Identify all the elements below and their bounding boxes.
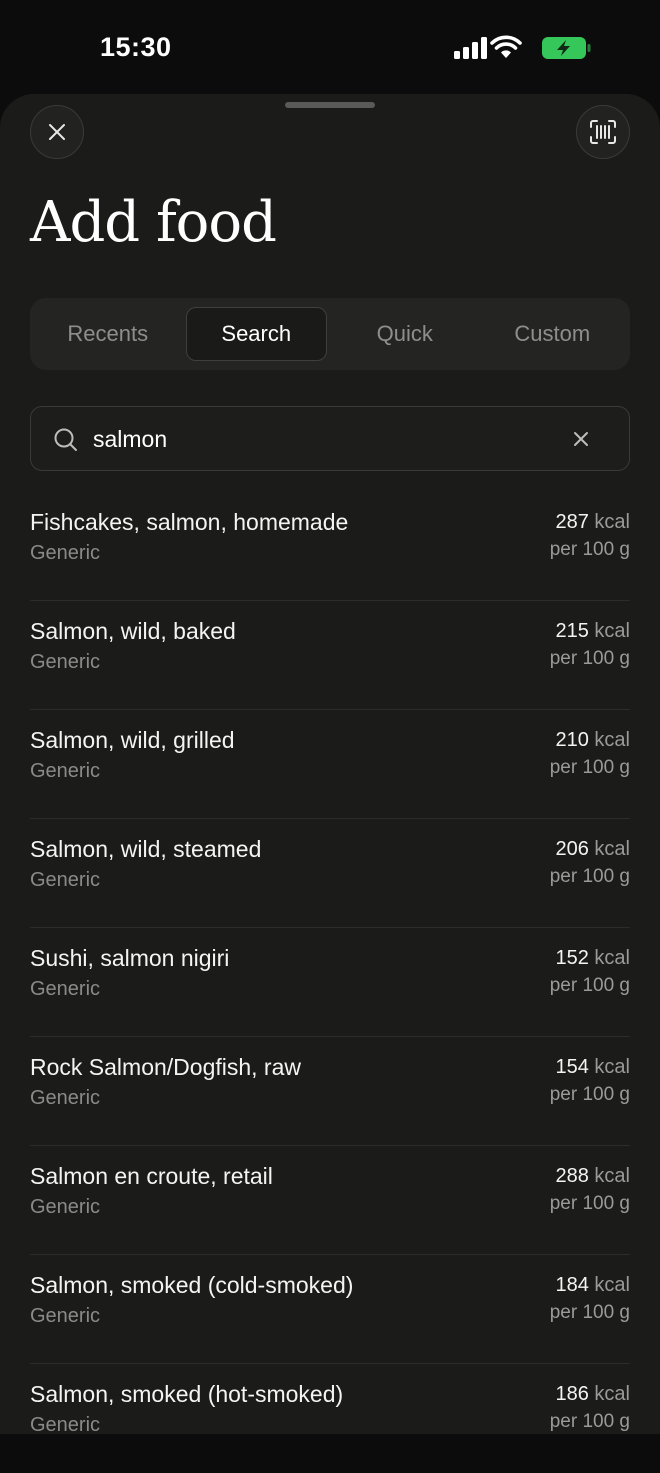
sheet-grabber[interactable] — [285, 102, 375, 108]
tab-search[interactable]: Search — [185, 307, 327, 361]
kcal-value: 206 kcal — [555, 838, 630, 861]
kcal-number: 288 — [555, 1165, 589, 1187]
food-name: Salmon, smoked (hot-smoked) — [30, 1381, 344, 1407]
barcode-scan-button[interactable] — [576, 105, 630, 159]
kcal-value: 287 kcal — [555, 511, 630, 534]
battery-charging-icon — [542, 37, 591, 59]
kcal-unit: kcal — [594, 1383, 630, 1405]
food-source: Generic — [30, 869, 101, 891]
food-source: Generic — [30, 760, 101, 782]
close-icon — [49, 124, 65, 140]
food-name: Salmon en croute, retail — [30, 1163, 273, 1189]
serving-basis: per 100 g — [549, 1411, 630, 1432]
serving-basis: per 100 g — [549, 757, 630, 778]
kcal-value: 184 kcal — [555, 1274, 630, 1297]
page-title: Add food — [30, 190, 277, 255]
kcal-number: 152 — [555, 947, 589, 969]
kcal-number: 287 — [555, 511, 589, 533]
status-time: 15:30 — [100, 32, 172, 62]
kcal-value: 210 kcal — [555, 729, 630, 752]
results-list: Fishcakes, salmon, homemade Generic 287 … — [30, 492, 630, 1473]
kcal-value: 154 kcal — [555, 1056, 630, 1079]
search-input[interactable] — [93, 419, 553, 459]
food-name: Salmon, wild, steamed — [30, 836, 262, 862]
kcal-unit: kcal — [594, 620, 630, 642]
serving-basis: per 100 g — [549, 648, 630, 669]
list-item[interactable]: Salmon, wild, baked Generic 215 kcal per… — [30, 601, 630, 710]
list-item[interactable]: Rock Salmon/Dogfish, raw Generic 154 kca… — [30, 1037, 630, 1146]
kcal-value: 186 kcal — [555, 1383, 630, 1406]
food-name: Rock Salmon/Dogfish, raw — [30, 1054, 301, 1080]
list-item[interactable]: Salmon, smoked (cold-smoked) Generic 184… — [30, 1255, 630, 1364]
kcal-value: 215 kcal — [555, 620, 630, 643]
tab-recents[interactable]: Recents — [38, 307, 178, 361]
kcal-value: 288 kcal — [555, 1165, 630, 1188]
food-source: Generic — [30, 978, 101, 1000]
food-name: Fishcakes, salmon, homemade — [30, 509, 349, 535]
wifi-icon — [490, 35, 522, 58]
kcal-unit: kcal — [594, 947, 630, 969]
tab-quick[interactable]: Quick — [335, 307, 475, 361]
food-name: Salmon, wild, grilled — [30, 727, 235, 753]
kcal-unit: kcal — [594, 1056, 630, 1078]
kcal-number: 154 — [555, 1056, 589, 1078]
food-name: Salmon, smoked (cold-smoked) — [30, 1272, 354, 1298]
kcal-number: 210 — [555, 729, 589, 751]
close-button[interactable] — [30, 105, 84, 159]
search-field[interactable] — [30, 406, 630, 471]
tab-custom[interactable]: Custom — [483, 307, 623, 361]
list-item[interactable]: Sushi, salmon nigiri Generic 152 kcal pe… — [30, 928, 630, 1037]
kcal-unit: kcal — [594, 729, 630, 751]
tab-bar: Recents Search Quick Custom — [30, 298, 630, 370]
serving-basis: per 100 g — [549, 539, 630, 560]
kcal-number: 186 — [555, 1383, 589, 1405]
list-item[interactable]: Salmon, wild, steamed Generic 206 kcal p… — [30, 819, 630, 928]
clear-icon[interactable] — [572, 430, 590, 448]
signal-icon — [454, 37, 487, 59]
kcal-unit: kcal — [594, 838, 630, 860]
list-item[interactable]: Salmon, wild, grilled Generic 210 kcal p… — [30, 710, 630, 819]
kcal-unit: kcal — [594, 1165, 630, 1187]
kcal-value: 152 kcal — [555, 947, 630, 970]
food-source: Generic — [30, 1196, 101, 1218]
list-item[interactable]: Salmon en croute, retail Generic 288 kca… — [30, 1146, 630, 1255]
list-item[interactable]: Fishcakes, salmon, homemade Generic 287 … — [30, 492, 630, 601]
food-source: Generic — [30, 542, 101, 564]
serving-basis: per 100 g — [549, 1084, 630, 1105]
status-bar: 15:30 — [0, 0, 660, 94]
barcode-scan-icon — [590, 120, 616, 144]
kcal-unit: kcal — [594, 1274, 630, 1296]
list-item[interactable]: Salmon, smoked (hot-smoked) Generic 186 … — [30, 1364, 630, 1473]
kcal-number: 215 — [555, 620, 589, 642]
serving-basis: per 100 g — [549, 1302, 630, 1323]
serving-basis: per 100 g — [549, 866, 630, 887]
food-source: Generic — [30, 1087, 101, 1109]
food-source: Generic — [30, 1305, 101, 1327]
kcal-unit: kcal — [594, 511, 630, 533]
food-name: Sushi, salmon nigiri — [30, 945, 230, 971]
food-name: Salmon, wild, baked — [30, 618, 236, 644]
kcal-number: 206 — [555, 838, 589, 860]
kcal-number: 184 — [555, 1274, 589, 1296]
serving-basis: per 100 g — [549, 1193, 630, 1214]
add-food-sheet: Add food Recents Search Quick Custom Fis… — [0, 94, 660, 1436]
serving-basis: per 100 g — [549, 975, 630, 996]
food-source: Generic — [30, 651, 101, 673]
search-icon — [54, 428, 77, 451]
